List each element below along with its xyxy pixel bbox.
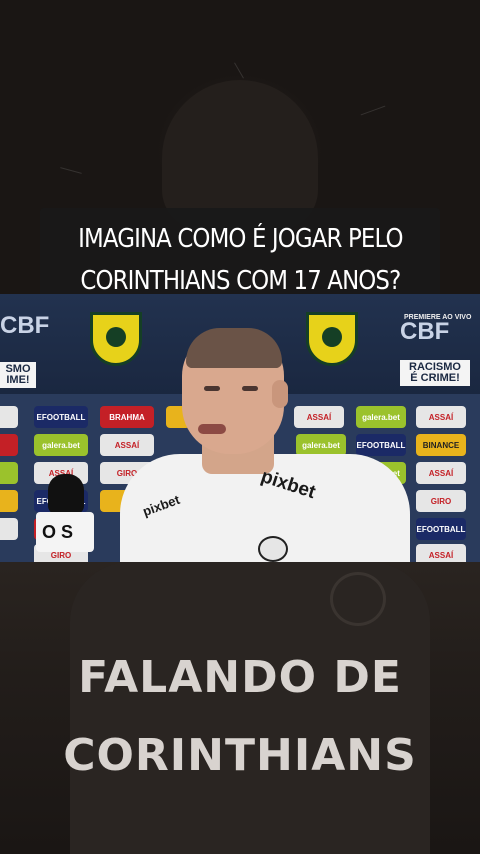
ad-tile: ASSAÍ bbox=[416, 462, 466, 484]
player-mouth bbox=[198, 424, 226, 434]
player-eye bbox=[242, 386, 258, 391]
ad-tile: BINANCE bbox=[416, 434, 466, 456]
interview-video-frame[interactable]: CBF CBF PREMIERE AO VIVO SMO IME! RACISM… bbox=[0, 294, 480, 562]
microphone-head-icon bbox=[48, 474, 84, 514]
microphone: O S bbox=[36, 474, 94, 562]
ad-tile bbox=[0, 490, 18, 512]
ad-tile: ASSAÍ bbox=[416, 406, 466, 428]
ad-tile: ASSAÍ bbox=[416, 544, 466, 562]
ad-tile bbox=[0, 406, 18, 428]
corinthians-crest-icon bbox=[258, 536, 288, 562]
footer-title-line-1: FALANDO DE bbox=[78, 652, 402, 703]
caption-line-1: IMAGINA COMO É JOGAR PELO bbox=[77, 224, 403, 254]
mic-flag-logo: O S bbox=[42, 522, 74, 542]
premiere-badge: PREMIERE AO VIVO bbox=[404, 314, 472, 321]
ad-tile bbox=[0, 518, 18, 540]
ad-tile: EFOOTBALL bbox=[34, 406, 88, 428]
ad-tile: EFOOTBALL bbox=[416, 518, 466, 540]
player-eye bbox=[204, 386, 220, 391]
microphone-flag: O S bbox=[36, 512, 94, 552]
racismo-banner-left: SMO IME! bbox=[0, 362, 36, 388]
player-ear bbox=[272, 380, 288, 408]
ad-tile bbox=[0, 462, 18, 484]
player-hair bbox=[186, 328, 282, 368]
racismo-banner-right: RACISMO É CRIME! bbox=[400, 360, 470, 386]
footer-title-line-2: CORINTHIANS bbox=[63, 730, 417, 781]
ad-tile: galera.bet bbox=[34, 434, 88, 456]
ad-tile: GIRO bbox=[416, 490, 466, 512]
player: pixbet pixbet bbox=[120, 314, 410, 562]
cbf-logo-left: CBF bbox=[0, 312, 50, 339]
blurred-crest-icon bbox=[330, 572, 386, 626]
ad-tile bbox=[0, 434, 18, 456]
